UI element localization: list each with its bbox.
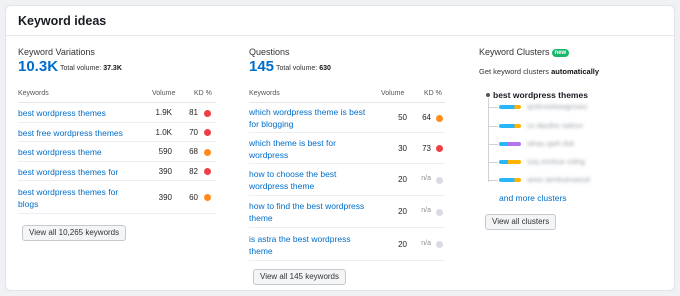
keyword-link[interactable]: is astra the best wordpress theme (249, 233, 373, 257)
volume-value: 390 (158, 166, 172, 176)
kd-value: 70 (189, 127, 198, 137)
variations-count: 10.3K (18, 58, 59, 75)
keyword-link[interactable]: best wordpress themes (18, 107, 130, 119)
cluster-item[interactable]: aeex aenkuesaxud (488, 175, 658, 187)
tree-root-dot (486, 93, 490, 97)
cluster-label-blurred: qmknoslwwgnuwc (527, 102, 588, 111)
table-row: how to choose the best wordpress theme 20… (249, 164, 445, 196)
kd-indicator-dot (204, 148, 211, 156)
keyword-link[interactable]: which wordpress theme is best for bloggi… (249, 106, 373, 130)
cluster-intent-bar (499, 178, 521, 182)
view-all-clusters-button[interactable]: View all clusters (485, 214, 557, 230)
clusters-title: Keyword Clusters new (479, 47, 570, 57)
cluster-item[interactable]: ss dauthe salexx (488, 121, 658, 133)
header-kd: KD % (424, 90, 442, 97)
kd-indicator-dot (204, 168, 211, 175)
divider (6, 35, 674, 36)
keyword-link[interactable]: best wordpress themes for blogs (18, 186, 130, 210)
volume-value: 1.9K (155, 108, 172, 117)
variations-total-volume: Total volume: 37.3K (60, 65, 122, 72)
volume-value: 390 (158, 192, 172, 202)
keyword-link[interactable]: which theme is best for wordpress (249, 137, 373, 161)
kd-value: n/a (421, 239, 431, 247)
card-title: Keyword ideas (18, 14, 107, 28)
cluster-root-keyword: best wordpress themes (493, 90, 588, 100)
variations-title: Keyword Variations (18, 47, 95, 57)
questions-title: Questions (249, 47, 290, 57)
table-row: best wordpress theme 590 68 (18, 142, 216, 162)
table-row: which wordpress theme is best for bloggi… (249, 103, 445, 133)
header-keywords: Keywords (249, 90, 280, 97)
view-all-questions-button[interactable]: View all 145 keywords (253, 269, 347, 285)
cluster-intent-bar (499, 142, 521, 146)
cluster-label-blurred: aeex aenkuesaxud (527, 175, 590, 184)
cluster-item[interactable]: ssq xonkue cidng (488, 157, 658, 169)
more-clusters-link[interactable]: and more clusters (499, 193, 567, 203)
kd-indicator-dot (436, 241, 443, 248)
kd-indicator-dot (436, 176, 443, 184)
keyword-link[interactable]: best free wordpress themes (18, 127, 130, 139)
tree-branch (488, 162, 498, 163)
keyword-link[interactable]: how to choose the best wordpress theme (249, 168, 373, 192)
volume-value: 590 (158, 147, 172, 156)
cluster-label-blurred: ss dauthe salexx (527, 121, 583, 130)
keyword-ideas-card: Keyword ideas Keyword Variations 10.3K T… (5, 5, 675, 291)
volume-value: 30 (398, 143, 407, 153)
kd-indicator-dot (204, 129, 211, 136)
view-all-variations-button[interactable]: View all 10,265 keywords (22, 225, 127, 241)
cluster-item[interactable]: qmknoslwwgnuwc (488, 102, 658, 114)
keyword-link[interactable]: best wordpress themes for (18, 166, 130, 178)
volume-value: 20 (398, 175, 407, 184)
cluster-intent-bar (499, 124, 521, 128)
tree-branch (488, 180, 498, 181)
tree-branch (488, 126, 498, 127)
kd-value: 73 (422, 143, 431, 153)
table-row: best free wordpress themes 1.0K 70 (18, 123, 216, 142)
row-divider (18, 213, 216, 214)
table-row: best wordpress themes for 390 82 (18, 162, 216, 181)
cluster-intent-bar (499, 105, 521, 109)
volume-value: 50 (398, 113, 407, 122)
volume-value: 1.0K (155, 127, 172, 137)
table-row: how to find the best wordpress theme 20 n/… (249, 196, 445, 228)
cluster-intent-bar (499, 160, 521, 164)
kd-indicator-dot (436, 114, 443, 122)
kd-value: 82 (189, 166, 198, 176)
kd-indicator-dot (204, 109, 211, 117)
new-badge: new (551, 49, 570, 57)
kd-value: n/a (421, 207, 431, 214)
tree-branch (488, 107, 498, 108)
clusters-subtitle: Get keyword clusters automatically (479, 67, 600, 76)
kd-indicator-dot (204, 194, 211, 201)
cluster-item[interactable]: whau qwh dsk (488, 139, 658, 151)
keyword-link[interactable]: best wordpress theme (18, 146, 130, 158)
header-volume: Volume (152, 90, 176, 97)
kd-value: n/a (421, 175, 431, 182)
kd-indicator-dot (436, 145, 443, 152)
cluster-label-blurred: whau qwh dsk (527, 139, 575, 148)
table-row: best wordpress themes 1.9K 81 (18, 103, 216, 123)
table-row: is astra the best wordpress theme 20 n/a (249, 228, 445, 261)
keyword-link[interactable]: how to find the best wordpress theme (249, 200, 373, 224)
cluster-label-blurred: ssq xonkue cidng (527, 157, 585, 166)
kd-value: 81 (189, 108, 198, 117)
kd-value: 60 (189, 192, 198, 202)
header-keywords: Keywords (18, 90, 49, 97)
volume-value: 20 (398, 207, 407, 216)
header-kd: KD % (194, 90, 212, 97)
tree-branch (488, 144, 498, 145)
row-divider (249, 260, 445, 261)
kd-indicator-dot (436, 208, 443, 216)
table-row: best wordpress themes for blogs 390 60 (18, 181, 216, 214)
questions-total-volume: Total volume: 630 (276, 65, 331, 72)
header-volume: Volume (381, 90, 405, 97)
table-row: which theme is best for wordpress 30 73 (249, 133, 445, 164)
kd-value: 68 (189, 147, 198, 156)
questions-count: 145 (249, 58, 275, 75)
kd-value: 64 (422, 113, 431, 122)
volume-value: 20 (398, 239, 407, 249)
